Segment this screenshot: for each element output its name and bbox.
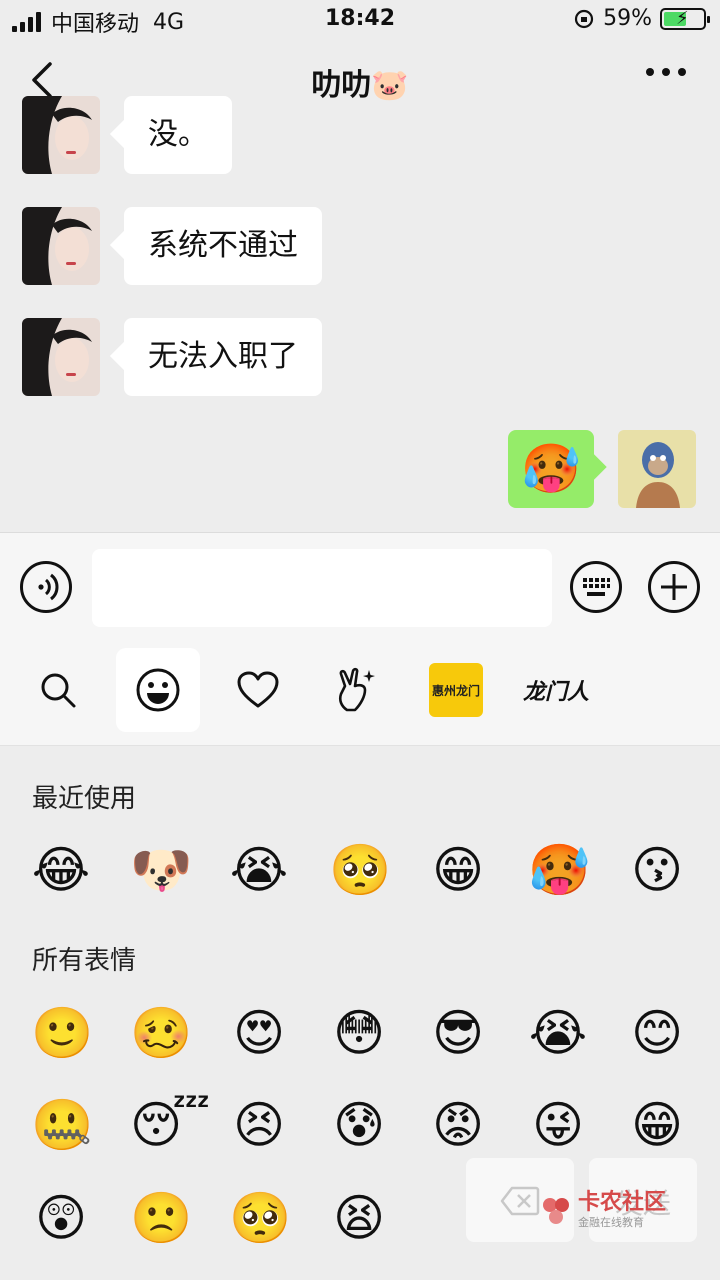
message-bubble[interactable]: 没。 bbox=[124, 96, 232, 174]
emoji-item[interactable]: 😳 bbox=[329, 1003, 389, 1063]
emoji-item[interactable]: 🥵 bbox=[528, 840, 590, 900]
emoji-item[interactable]: 😗 bbox=[627, 840, 687, 900]
backspace-icon bbox=[500, 1186, 540, 1216]
emoji-item[interactable]: 😣 bbox=[229, 1095, 289, 1155]
smile-icon bbox=[136, 668, 180, 712]
battery-icon: ⚡ bbox=[660, 7, 710, 30]
avatar[interactable] bbox=[22, 207, 100, 285]
emoji-item[interactable]: 😭 bbox=[528, 1003, 588, 1063]
emoji-item[interactable]: 😁 bbox=[627, 1095, 687, 1155]
sent-emoji: 🥵 bbox=[521, 441, 581, 497]
tab-emoji[interactable] bbox=[116, 648, 200, 732]
watermark-subtitle: 金融在线教育 bbox=[578, 1216, 644, 1229]
status-bar: 中国移动 4G 18:42 59% ⚡ bbox=[0, 0, 720, 40]
keyboard-icon bbox=[583, 578, 610, 596]
message-row: 系统不通过 bbox=[22, 207, 322, 285]
message-bubble[interactable]: 无法入职了 bbox=[124, 318, 322, 396]
recent-title: 最近使用 bbox=[32, 784, 137, 814]
avatar[interactable] bbox=[22, 96, 100, 174]
keyboard-button[interactable] bbox=[570, 561, 622, 613]
tab-favorites[interactable] bbox=[216, 648, 300, 732]
emoji-item[interactable]: 🥴 bbox=[130, 1003, 192, 1063]
sent-emoji-bubble[interactable]: 🥵 bbox=[508, 430, 594, 508]
emoji-item[interactable]: 😜 bbox=[528, 1095, 588, 1155]
self-avatar[interactable] bbox=[618, 430, 696, 508]
emoji-item[interactable]: 🤐 bbox=[31, 1095, 93, 1155]
voice-icon bbox=[38, 573, 59, 601]
emoji-item[interactable]: 😲 bbox=[31, 1188, 91, 1248]
avatar[interactable] bbox=[22, 318, 100, 396]
charging-icon: ⚡ bbox=[676, 7, 689, 29]
input-bar bbox=[0, 532, 720, 642]
message-row: 无法入职了 bbox=[22, 318, 322, 396]
watermark-logo-icon bbox=[543, 1198, 569, 1224]
emoji-item[interactable]: 😡 bbox=[428, 1095, 488, 1155]
emoji-item[interactable]: 😊 bbox=[627, 1003, 687, 1063]
sticker-pack-label: 惠州龙门 bbox=[429, 663, 483, 717]
tab-sticker-pack[interactable]: 惠州龙门 bbox=[414, 648, 498, 732]
emoji-item[interactable]: 😍 bbox=[229, 1003, 289, 1063]
emoji-item[interactable]: 🥺 bbox=[229, 1188, 291, 1248]
voice-button[interactable] bbox=[20, 561, 72, 613]
hand-icon bbox=[338, 667, 375, 712]
emoji-item[interactable]: 😴 bbox=[130, 1095, 210, 1155]
emoji-item[interactable]: 😂 bbox=[31, 840, 91, 900]
all-emoji-title: 所有表情 bbox=[32, 946, 137, 976]
emoji-item[interactable]: 😎 bbox=[428, 1003, 488, 1063]
battery-percent: 59% bbox=[603, 6, 652, 31]
status-right: 59% ⚡ bbox=[573, 6, 710, 31]
emoji-item[interactable]: 😁 bbox=[428, 840, 488, 900]
rotation-lock-icon bbox=[574, 9, 594, 28]
emoji-item[interactable]: 🥺 bbox=[329, 840, 391, 900]
search-icon bbox=[41, 673, 76, 708]
tab-search[interactable] bbox=[16, 648, 100, 732]
sticker-pack-label: 龙门人 bbox=[522, 680, 589, 705]
emoji-item[interactable]: 😰 bbox=[329, 1095, 389, 1155]
emoji-item[interactable]: 🐶 bbox=[130, 840, 192, 900]
emoji-item[interactable]: 😭 bbox=[229, 840, 289, 900]
plus-icon bbox=[661, 574, 687, 600]
watermark: 卡农社区 金融在线教育 bbox=[540, 1192, 666, 1230]
tab-sticker-pack-2[interactable]: 龙门人 bbox=[514, 648, 598, 732]
tab-gestures[interactable] bbox=[314, 648, 398, 732]
message-input[interactable] bbox=[92, 549, 552, 627]
watermark-title: 卡农社区 bbox=[578, 1190, 667, 1215]
emoji-item[interactable]: 🙂 bbox=[31, 1003, 93, 1063]
message-bubble[interactable]: 系统不通过 bbox=[124, 207, 322, 285]
message-row: 没。 bbox=[22, 96, 232, 174]
heart-icon bbox=[237, 671, 279, 708]
emoji-tabs: 惠州龙门 龙门人 bbox=[0, 642, 720, 746]
emoji-item[interactable]: 😫 bbox=[329, 1188, 389, 1248]
more-icon[interactable] bbox=[646, 68, 686, 76]
emoji-item[interactable]: 🙁 bbox=[130, 1188, 192, 1248]
add-button[interactable] bbox=[648, 561, 700, 613]
